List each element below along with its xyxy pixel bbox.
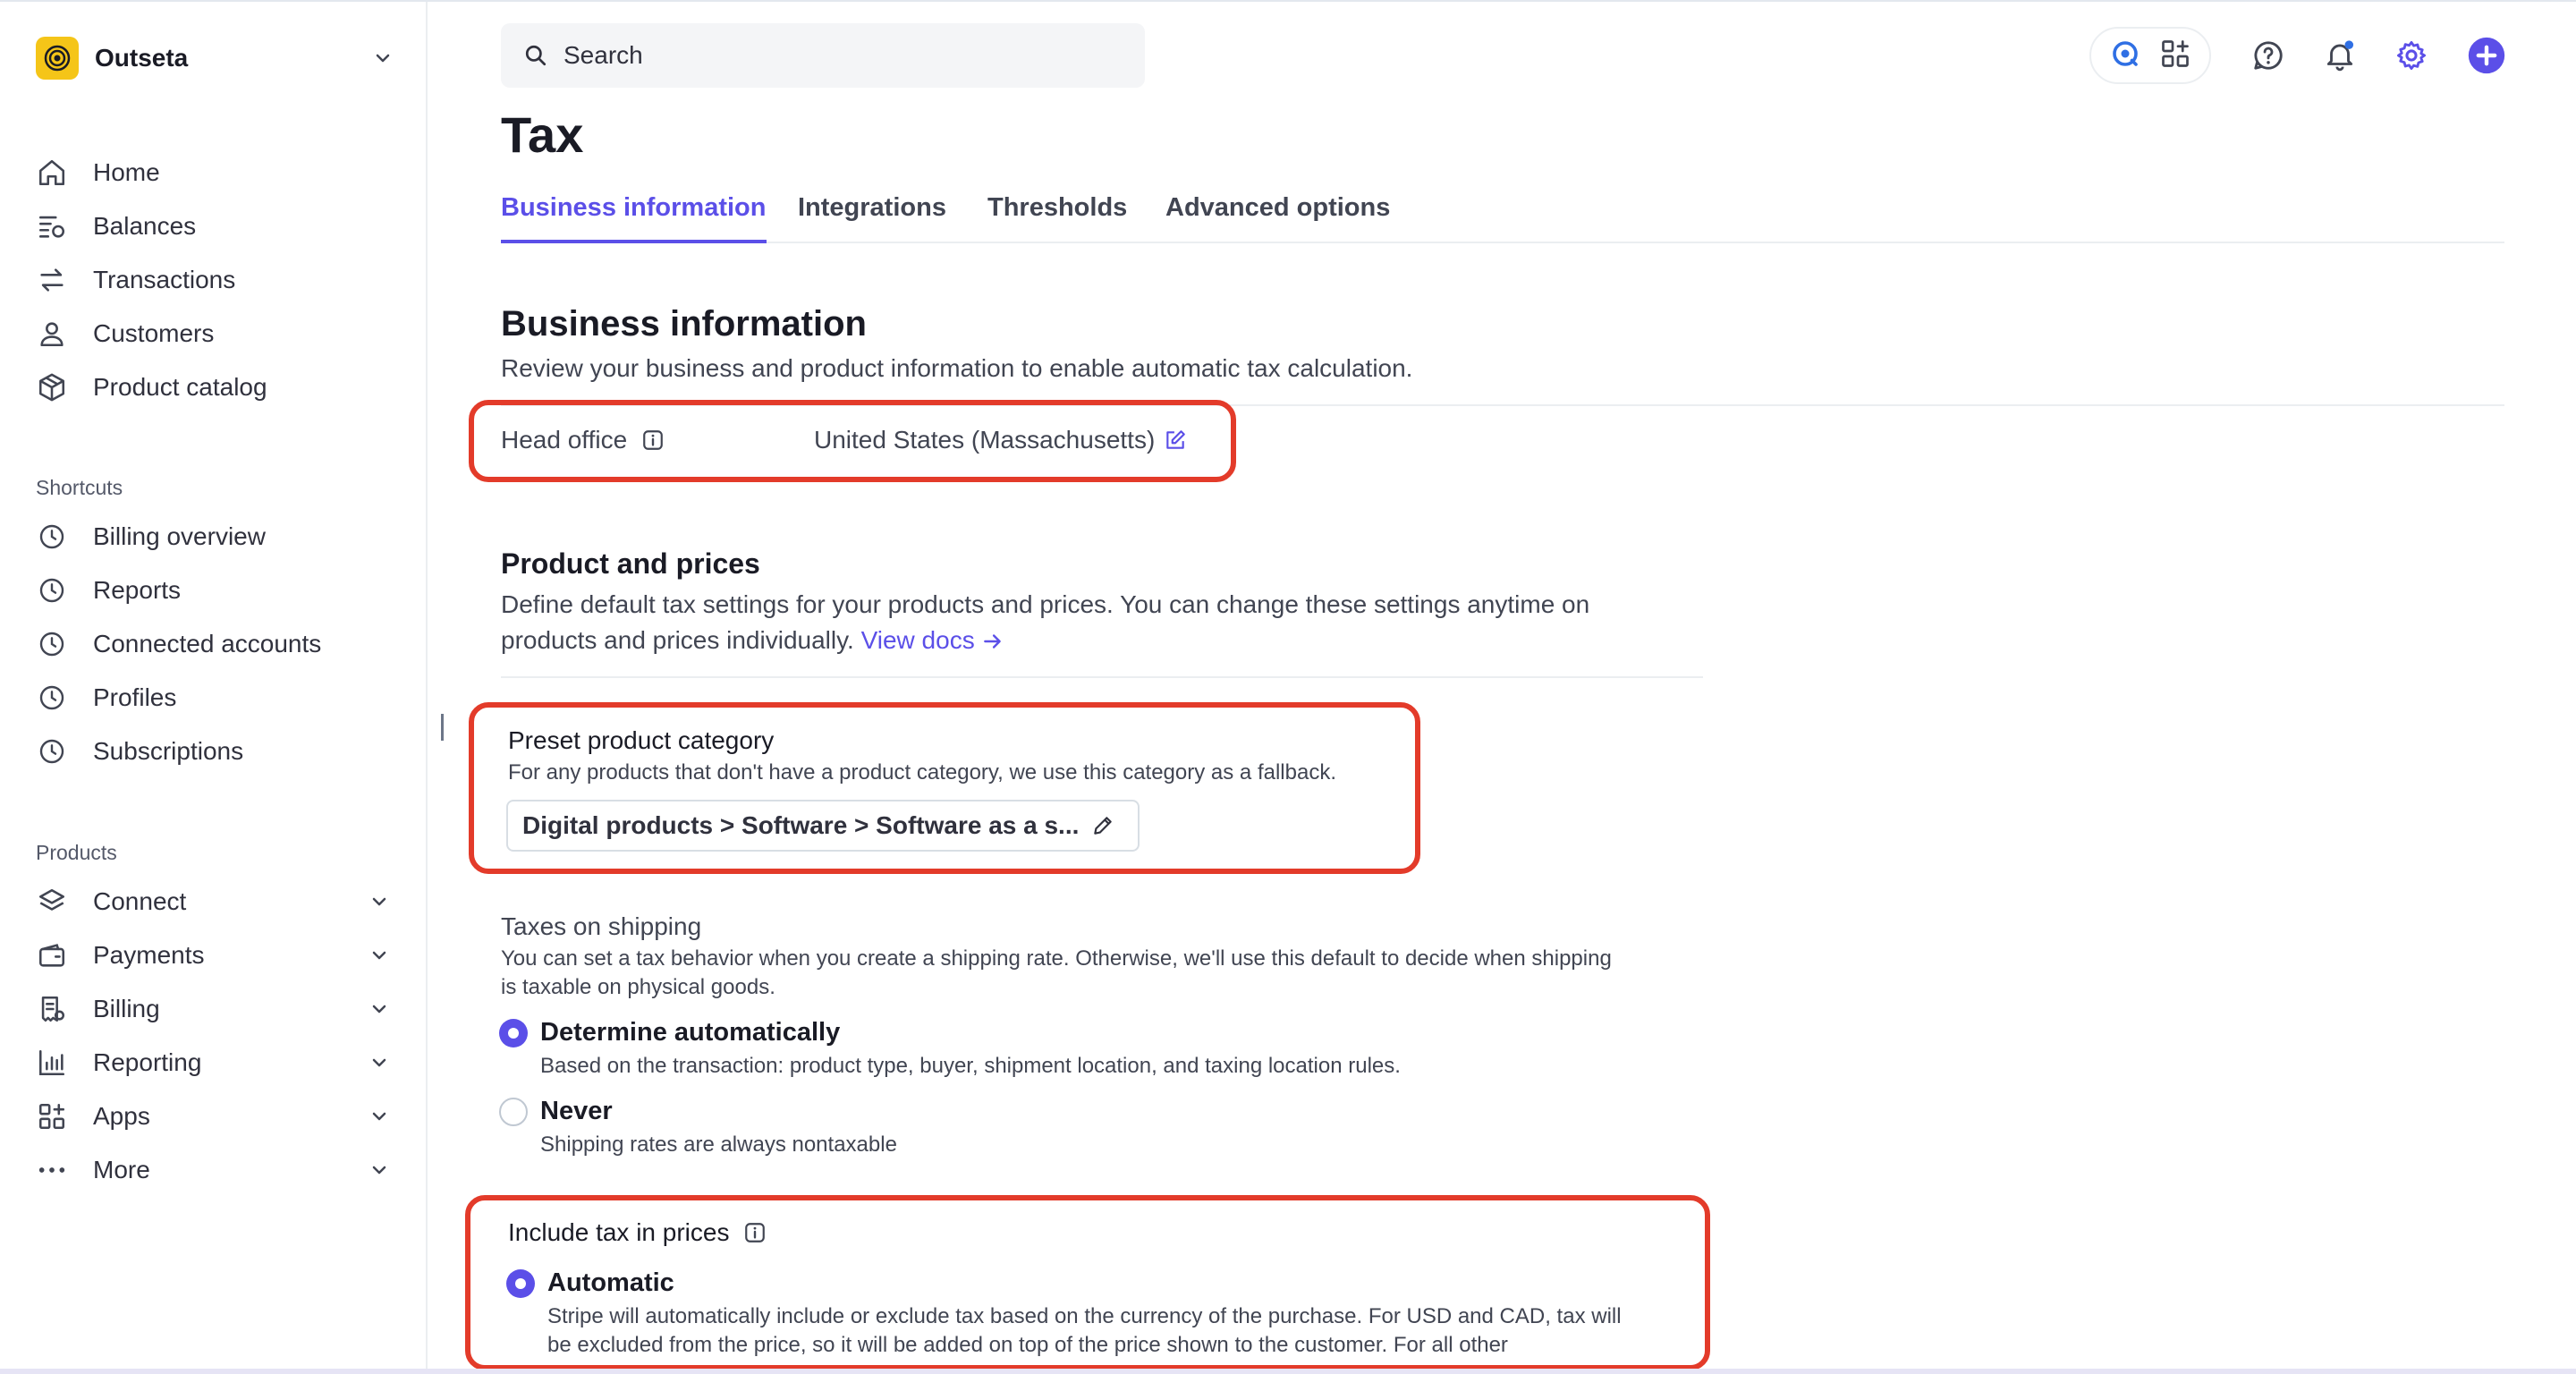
chevron-down-icon [372,1058,386,1067]
chevron-down-icon [372,897,386,906]
sidebar-item-label: Subscriptions [93,737,244,765]
search-icon [525,45,547,66]
shipping-description-line1: You can set a tax behavior when you crea… [501,946,1612,971]
sidebar-item-balances[interactable]: Balances [36,203,394,250]
create-plus-button[interactable] [2465,34,2508,77]
product-catalog-icon [36,371,68,403]
sidebar-item-reports[interactable]: Reports [36,567,394,614]
help-icon[interactable] [2247,34,2290,77]
payments-icon [36,939,68,971]
outseta-logo [36,37,79,80]
sidebar-item-transactions[interactable]: Transactions [36,257,394,303]
clock-icon [36,521,68,553]
highlight-head-office [469,400,1236,482]
sidebar-item-label: Reporting [93,1048,202,1076]
sidebar-item-connect[interactable]: Connect [36,878,394,925]
sidebar-item-home[interactable]: Home [36,149,394,196]
clock-icon [36,628,68,660]
sidebar-item-label: Product catalog [93,373,267,401]
balances-icon [36,210,68,242]
clock-icon [36,682,68,714]
sidebar-item-label: Home [93,158,160,186]
chevron-down-icon [376,54,390,63]
business-info-description: Review your business and product informa… [501,354,1413,382]
sidebar-item-label: Profiles [93,683,177,711]
sidebar-item-product-catalog[interactable]: Product catalog [36,364,394,411]
search-bar[interactable] [501,23,1145,88]
chevron-down-icon [372,1005,386,1014]
highlight-preset-category [469,702,1420,874]
radio-unselected[interactable] [499,1097,528,1126]
sidebar-item-customers[interactable]: Customers [36,310,394,357]
tab-advanced-options[interactable]: Advanced options [1165,193,1390,243]
arrow-right-icon [984,634,1002,649]
sidebar: Outseta Home Balances Transactions Custo… [0,2,428,1369]
transactions-icon [36,264,68,296]
sidebar-item-label: Customers [93,319,215,347]
tab-thresholds[interactable]: Thresholds [987,193,1127,243]
products-heading: Products [36,841,117,864]
sidebar-item-label: Connected accounts [93,630,322,657]
apps-icon [36,1100,68,1132]
sidebar-item-subscriptions[interactable]: Subscriptions [36,728,394,775]
radio-selected[interactable] [499,1018,528,1047]
business-info-heading: Business information [501,304,867,344]
settings-gear-icon[interactable] [2390,34,2433,77]
shipping-description-line2: is taxable on physical goods. [501,975,775,999]
sidebar-item-billing-overview[interactable]: Billing overview [36,513,394,560]
bottom-border [0,1369,2576,1374]
sidebar-item-label: Transactions [93,266,236,293]
assistant-icon[interactable] [2109,38,2141,74]
sidebar-item-connected-accounts[interactable]: Connected accounts [36,621,394,667]
assistant-toolbar [2089,27,2211,84]
sidebar-item-label: Balances [93,212,197,240]
chevron-down-icon [372,1112,386,1121]
sidebar-item-reporting[interactable]: Reporting [36,1039,394,1086]
sidebar-item-label: Billing [93,995,160,1022]
shipping-option-automatic-sub: Based on the transaction: product type, … [540,1054,1401,1078]
shipping-option-automatic[interactable]: Determine automatically [499,1018,840,1047]
product-prices-heading: Product and prices [501,547,760,580]
more-icon [36,1154,68,1186]
sidebar-item-label: Apps [93,1102,150,1130]
sidebar-item-label: Payments [93,941,205,969]
clock-icon [36,574,68,606]
product-prices-description-line1: Define default tax settings for your pro… [501,590,1590,618]
sidebar-item-billing[interactable]: Billing [36,986,394,1032]
clock-icon [36,735,68,768]
billing-icon [36,993,68,1025]
sidebar-resize-handle[interactable] [441,714,444,741]
apps-grid-icon[interactable] [2159,38,2191,74]
shipping-option-never[interactable]: Never [499,1097,613,1126]
sidebar-item-label: Billing overview [93,522,266,550]
customers-icon [36,318,68,350]
highlight-include-tax [465,1195,1710,1370]
reporting-icon [36,1047,68,1079]
sidebar-item-more[interactable]: More [36,1147,394,1193]
shipping-taxes-title: Taxes on shipping [501,912,702,940]
page-title: Tax [501,106,584,163]
chevron-down-icon [372,1166,386,1175]
tab-business-information[interactable]: Business information [501,193,767,243]
shortcuts-heading: Shortcuts [36,476,123,499]
sidebar-item-label: More [93,1156,150,1183]
account-name: Outseta [95,44,189,72]
notifications-bell-icon[interactable] [2318,34,2361,77]
home-icon [36,157,68,189]
tab-integrations[interactable]: Integrations [798,193,946,243]
shipping-option-never-sub: Shipping rates are always nontaxable [540,1132,897,1157]
search-input[interactable] [564,41,1100,70]
connect-icon [36,886,68,918]
sidebar-item-profiles[interactable]: Profiles [36,674,394,721]
sidebar-item-label: Reports [93,576,182,604]
chevron-down-icon [372,951,386,960]
product-prices-description-line2: products and prices individually. View d… [501,623,1004,658]
sidebar-item-label: Connect [93,887,187,915]
tab-bar: Business information Integrations Thresh… [501,186,2504,243]
account-switcher[interactable]: Outseta [36,36,394,81]
sidebar-item-apps[interactable]: Apps [36,1093,394,1140]
section-divider [501,676,1703,678]
sidebar-item-payments[interactable]: Payments [36,932,394,979]
view-docs-link[interactable]: View docs [861,626,975,654]
